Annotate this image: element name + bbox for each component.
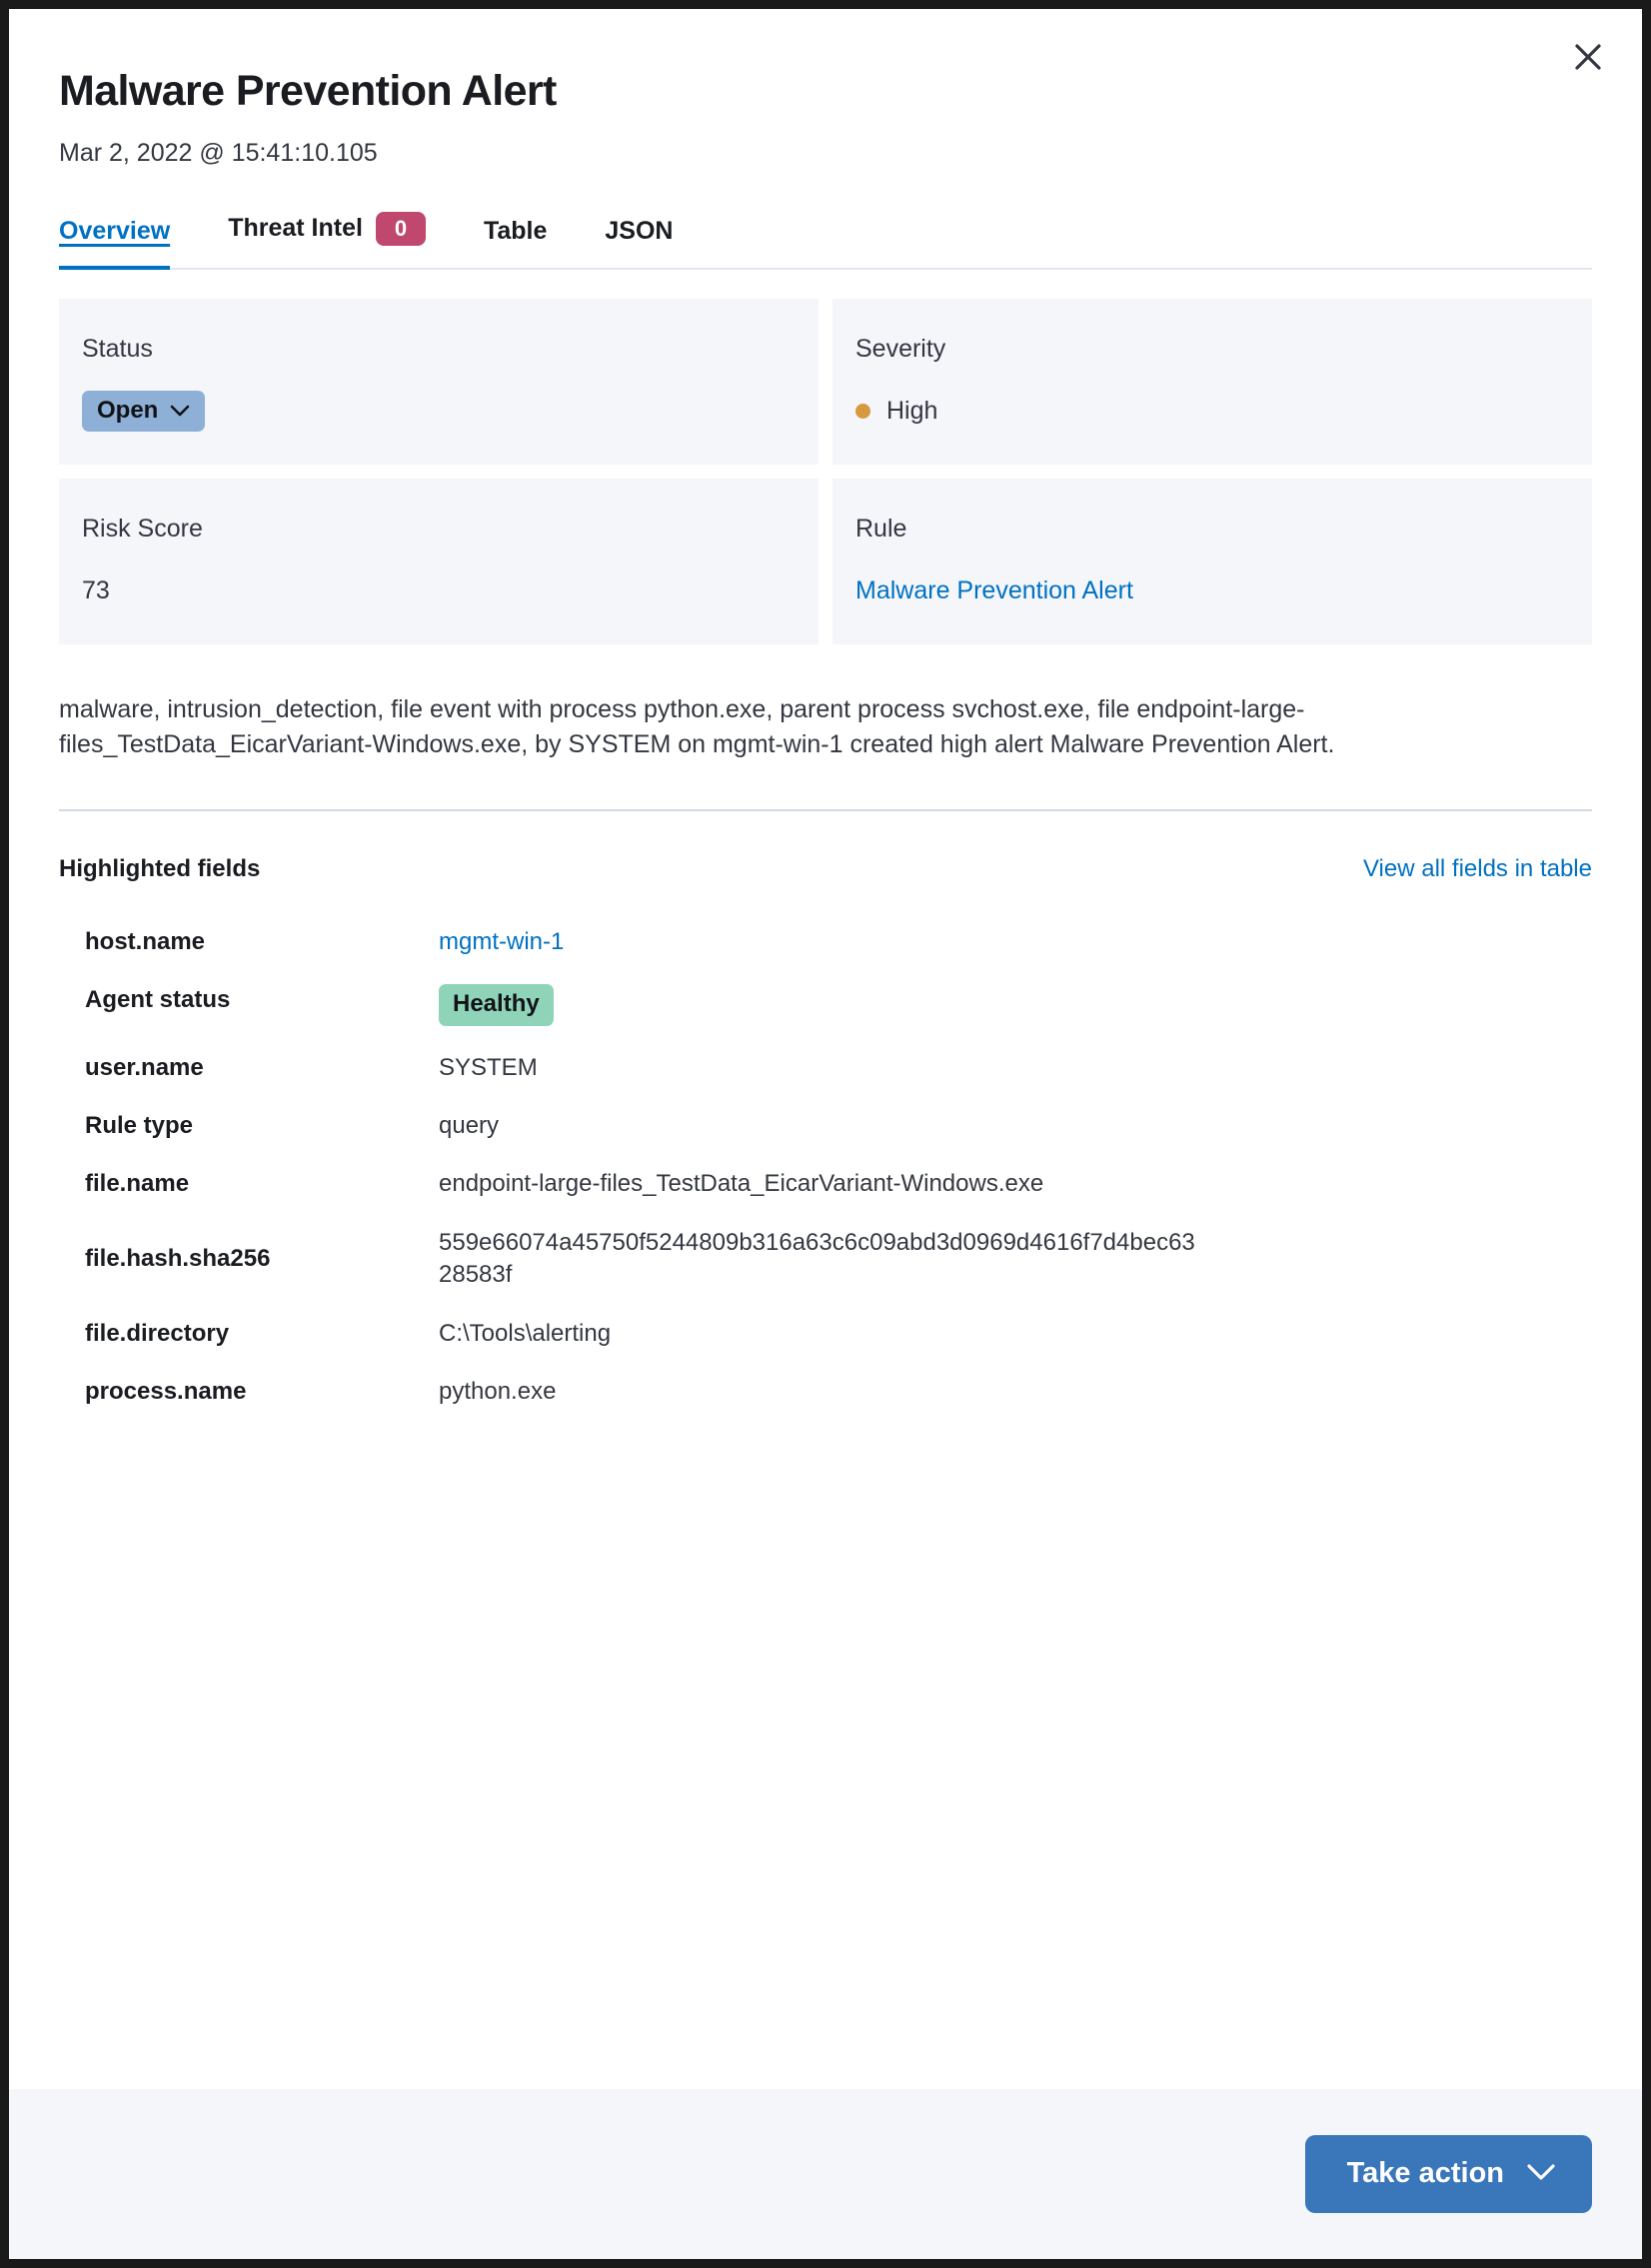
- field-key: Rule type: [85, 1112, 194, 1140]
- status-card: Status Open: [59, 298, 819, 465]
- field-key: Agent status: [85, 986, 231, 1014]
- table-row: host.name mgmt-win-1: [59, 913, 1592, 971]
- field-value-rule-type: query: [439, 1112, 500, 1140]
- field-key: file.name: [85, 1170, 190, 1198]
- tab-overview-label: Overview: [59, 216, 171, 245]
- table-row: Agent status Healthy: [59, 971, 1592, 1039]
- table-row: Rule type query: [59, 1097, 1592, 1155]
- severity-text: High: [886, 397, 938, 426]
- status-badge: Healthy: [439, 984, 554, 1026]
- severity-value: High: [855, 391, 1569, 433]
- take-action-label: Take action: [1346, 2157, 1504, 2189]
- rule-value-wrap: Malware Prevention Alert: [855, 570, 1569, 612]
- alert-timestamp: Mar 2, 2022 @ 15:41:10.105: [59, 139, 378, 168]
- flyout-footer: Take action: [9, 2089, 1642, 2259]
- take-action-button[interactable]: Take action: [1304, 2135, 1592, 2213]
- tab-table-label: Table: [483, 216, 548, 245]
- field-value-file-name: endpoint-large-files_TestData_EicarVaria…: [439, 1170, 1044, 1198]
- status-dropdown-button[interactable]: Open: [82, 391, 206, 433]
- field-key: user.name: [85, 1053, 204, 1081]
- risk-score-value: 73: [82, 576, 110, 605]
- chevron-down-icon: [170, 399, 190, 423]
- table-row: file.name endpoint-large-files_TestData_…: [59, 1155, 1592, 1213]
- section-divider: [59, 808, 1592, 811]
- alert-reason-text: malware, intrusion_detection, file event…: [59, 694, 1335, 759]
- severity-card: Severity High: [832, 298, 1592, 465]
- tab-threat-intel-label: Threat Intel: [228, 214, 363, 243]
- rule-link[interactable]: Malware Prevention Alert: [855, 576, 1133, 605]
- table-row: file.directory C:\Tools\alerting: [59, 1305, 1592, 1363]
- risk-score-card: Risk Score 73: [59, 478, 819, 644]
- field-value-file-hash-sha256: 559e66074a45750f5244809b316a63c6c09abd3d…: [439, 1228, 1195, 1289]
- threat-intel-count-badge: 0: [375, 211, 426, 246]
- chevron-down-icon: [1526, 2159, 1556, 2188]
- page-title: Malware Prevention Alert: [59, 67, 557, 115]
- field-key: process.name: [85, 1377, 247, 1405]
- close-button[interactable]: [1562, 31, 1614, 83]
- flyout-body: Status Open Severity High Risk Score 73 …: [9, 270, 1642, 2089]
- tab-bar: Overview Threat Intel 0 Table JSON: [59, 211, 1592, 270]
- severity-label: Severity: [855, 334, 946, 363]
- highlighted-fields-title: Highlighted fields: [59, 854, 261, 882]
- view-all-fields-link[interactable]: View all fields in table: [1363, 855, 1592, 883]
- field-key: file.hash.sha256: [85, 1245, 271, 1272]
- field-value-agent-status: Healthy: [439, 984, 1198, 1026]
- alert-details-flyout: Malware Prevention Alert Mar 2, 2022 @ 1…: [9, 9, 1642, 2259]
- tab-json-label: JSON: [605, 216, 674, 245]
- tab-table[interactable]: Table: [484, 217, 547, 268]
- risk-score-value-wrap: 73: [82, 570, 796, 612]
- table-row: process.name python.exe: [59, 1363, 1592, 1421]
- highlighted-fields-header: Highlighted fields View all fields in ta…: [59, 855, 1592, 883]
- status-label: Status: [82, 334, 153, 363]
- table-row: user.name SYSTEM: [59, 1039, 1592, 1097]
- rule-card: Rule Malware Prevention Alert: [832, 478, 1592, 644]
- status-dropdown-label: Open: [97, 397, 159, 425]
- field-value-file-directory: C:\Tools\alerting: [439, 1319, 612, 1347]
- flyout-header: Malware Prevention Alert Mar 2, 2022 @ 1…: [9, 9, 1642, 270]
- tab-json[interactable]: JSON: [605, 217, 673, 268]
- rule-label: Rule: [855, 514, 907, 543]
- summary-grid: Status Open Severity High Risk Score 73 …: [59, 298, 1592, 644]
- field-key: host.name: [85, 927, 206, 955]
- highlighted-fields-list: host.name mgmt-win-1 Agent status Health…: [59, 913, 1592, 1422]
- status-value: Open: [82, 391, 796, 433]
- risk-score-label: Risk Score: [82, 514, 203, 543]
- table-row: file.hash.sha256 559e66074a45750f5244809…: [59, 1214, 1592, 1305]
- close-icon: [1573, 42, 1603, 72]
- field-key: file.directory: [85, 1319, 230, 1347]
- field-value-user-name: SYSTEM: [439, 1053, 538, 1081]
- field-value-host-name[interactable]: mgmt-win-1: [439, 926, 1198, 958]
- tab-overview[interactable]: Overview: [59, 216, 171, 270]
- tab-threat-intel[interactable]: Threat Intel 0: [228, 211, 426, 268]
- field-value-process-name: python.exe: [439, 1377, 557, 1405]
- severity-dot-icon: [855, 404, 870, 420]
